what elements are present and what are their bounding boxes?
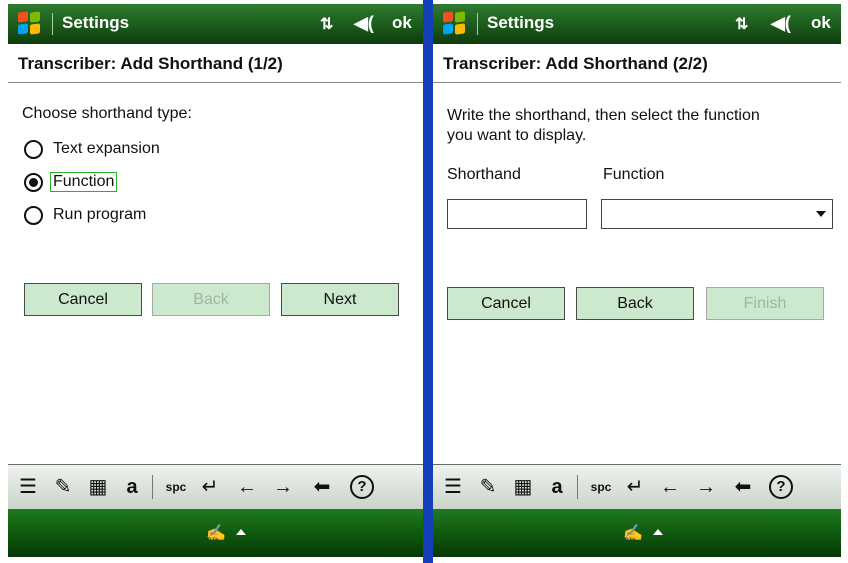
radio-label: Text expansion bbox=[53, 140, 160, 157]
finish-button[interactable]: Finish bbox=[706, 287, 824, 320]
app-title: Settings bbox=[62, 13, 130, 32]
left-arrow-key-icon[interactable]: ← bbox=[234, 473, 260, 501]
function-label: Function bbox=[603, 166, 665, 183]
cancel-button[interactable]: Cancel bbox=[447, 287, 565, 320]
page-title-bar: Transcriber: Add Shorthand (1/2) bbox=[8, 44, 423, 83]
connectivity-icon[interactable]: ⇅ bbox=[320, 14, 333, 34]
volume-icon[interactable]: ◀( bbox=[771, 13, 791, 34]
ok-button[interactable]: ok bbox=[811, 13, 831, 33]
backspace-key-icon[interactable]: ⬅ bbox=[731, 473, 755, 501]
toolbar-separator bbox=[152, 475, 153, 499]
input-panel-icon[interactable]: ✍ bbox=[623, 523, 643, 543]
enter-key-icon[interactable]: ↵ bbox=[623, 473, 647, 501]
connectivity-icon[interactable]: ⇅ bbox=[735, 14, 748, 34]
screen-step-2: Settings ⇅ ◀( ok Transcriber: Add Shorth… bbox=[433, 4, 841, 557]
input-panel-icon[interactable]: ✍ bbox=[206, 523, 226, 543]
title-bar: Settings ⇅ ◀( ok bbox=[8, 4, 423, 44]
function-dropdown[interactable] bbox=[601, 199, 833, 229]
screen-step-1: Settings ⇅ ◀( ok Transcriber: Add Shorth… bbox=[8, 4, 423, 557]
input-toolbar: ☰ ✎ ▦ a spc ↵ ← → ⬅ ? bbox=[433, 464, 841, 510]
space-key[interactable]: spc bbox=[162, 473, 190, 501]
page-title-bar: Transcriber: Add Shorthand (2/2) bbox=[433, 44, 841, 83]
instruction-line-2: you want to display. bbox=[447, 127, 587, 144]
letter-recognizer-icon[interactable]: a bbox=[122, 473, 142, 501]
list-icon[interactable]: ☰ bbox=[441, 473, 465, 501]
letter-recognizer-icon[interactable]: a bbox=[547, 473, 567, 501]
radio-selected-dot bbox=[29, 178, 38, 187]
sip-bar: ✍ bbox=[433, 509, 841, 557]
radio-button[interactable] bbox=[24, 140, 43, 159]
help-icon[interactable]: ? bbox=[350, 475, 374, 499]
title-bar: Settings ⇅ ◀( ok bbox=[433, 4, 841, 44]
next-button[interactable]: Next bbox=[281, 283, 399, 316]
volume-icon[interactable]: ◀( bbox=[354, 13, 374, 34]
keyboard-icon[interactable]: ▦ bbox=[84, 473, 112, 501]
sip-arrow-up-icon[interactable] bbox=[653, 529, 663, 535]
radio-button[interactable] bbox=[24, 206, 43, 225]
shorthand-label: Shorthand bbox=[447, 166, 521, 183]
sip-arrow-up-icon[interactable] bbox=[236, 529, 246, 535]
handwriting-icon[interactable]: ✎ bbox=[475, 473, 501, 501]
list-icon[interactable]: ☰ bbox=[16, 473, 40, 501]
enter-key-icon[interactable]: ↵ bbox=[198, 473, 222, 501]
help-icon[interactable]: ? bbox=[769, 475, 793, 499]
screen-divider bbox=[423, 0, 433, 563]
right-arrow-key-icon[interactable]: → bbox=[693, 473, 719, 501]
toolbar-separator bbox=[577, 475, 578, 499]
radio-label: Run program bbox=[53, 206, 147, 223]
instruction-line-1: Write the shorthand, then select the fun… bbox=[447, 107, 760, 124]
title-separator bbox=[477, 13, 478, 35]
page-title: Transcriber: Add Shorthand (2/2) bbox=[443, 54, 708, 73]
handwriting-icon[interactable]: ✎ bbox=[50, 473, 76, 501]
shorthand-input[interactable] bbox=[447, 199, 587, 229]
ok-button[interactable]: ok bbox=[392, 13, 412, 33]
radio-button-selected[interactable] bbox=[24, 173, 43, 192]
input-toolbar: ☰ ✎ ▦ a spc ↵ ← → ⬅ ? bbox=[8, 464, 423, 510]
shorthand-type-prompt: Choose shorthand type: bbox=[22, 105, 192, 122]
app-title: Settings bbox=[487, 13, 555, 32]
space-key[interactable]: spc bbox=[587, 473, 615, 501]
sip-bar: ✍ bbox=[8, 509, 423, 557]
page-title: Transcriber: Add Shorthand (1/2) bbox=[18, 54, 283, 73]
chevron-down-icon[interactable] bbox=[816, 211, 826, 217]
back-button[interactable]: Back bbox=[576, 287, 694, 320]
radio-label: Function bbox=[50, 172, 118, 192]
cancel-button[interactable]: Cancel bbox=[24, 283, 142, 316]
right-arrow-key-icon[interactable]: → bbox=[270, 473, 296, 501]
back-button[interactable]: Back bbox=[152, 283, 270, 316]
left-arrow-key-icon[interactable]: ← bbox=[657, 473, 683, 501]
keyboard-icon[interactable]: ▦ bbox=[509, 473, 537, 501]
title-separator bbox=[52, 13, 53, 35]
windows-start-icon[interactable] bbox=[18, 11, 42, 36]
backspace-key-icon[interactable]: ⬅ bbox=[310, 473, 334, 501]
windows-start-icon[interactable] bbox=[443, 11, 467, 36]
